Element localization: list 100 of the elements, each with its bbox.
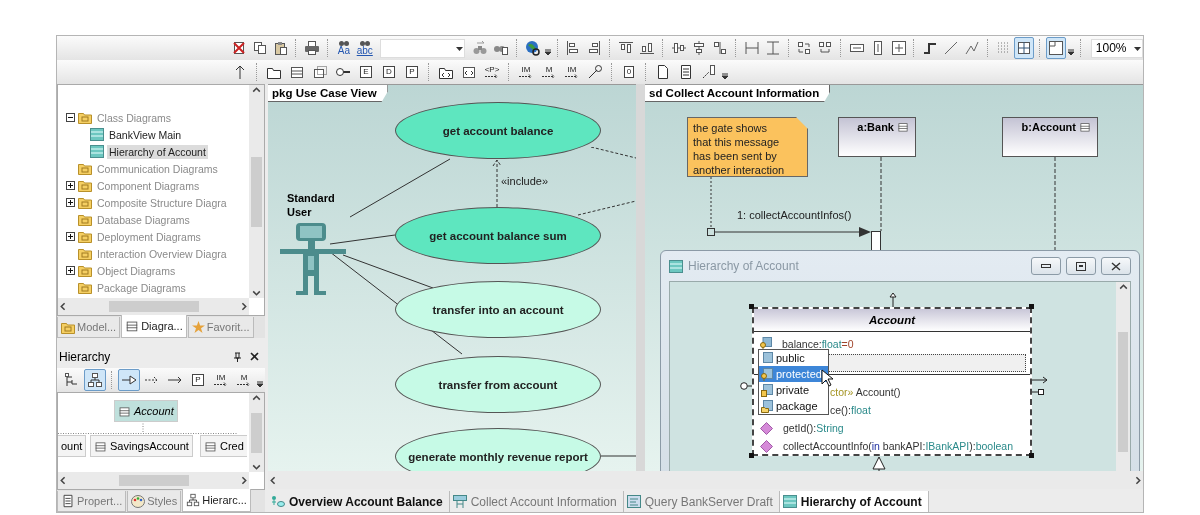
scrollbar-thumb[interactable] [251, 412, 262, 453]
selection-handle[interactable] [749, 453, 754, 458]
panel-tab[interactable]: Styles [127, 491, 182, 512]
expand-icon[interactable] [66, 266, 75, 275]
hierarchy-icon [186, 493, 201, 507]
tree-item[interactable]: BankView Main [107, 127, 184, 142]
close-button[interactable] [1101, 257, 1131, 275]
expand-icon[interactable] [66, 232, 75, 241]
window-title: Hierarchy of Account [688, 259, 800, 273]
menu-item[interactable]: protected [759, 366, 828, 382]
collapse-icon[interactable] [66, 113, 75, 122]
binoculars-arrow-icon [472, 40, 489, 56]
toolbar-button[interactable]: <P> [481, 61, 503, 83]
binoculars-icon [359, 40, 370, 46]
document-tab[interactable]: Hierarchy of Account [779, 491, 929, 512]
expand-icon[interactable] [66, 198, 75, 207]
toolbar-button[interactable]: 0 [618, 61, 640, 83]
zoom-field[interactable]: 100% [1090, 38, 1143, 58]
toolbar-button[interactable] [1014, 37, 1035, 59]
dashed-arrow-icon [485, 73, 499, 79]
class-node[interactable]: SavingsAccount [90, 435, 193, 457]
orthogonal-line-icon [922, 40, 939, 56]
tree-item[interactable]: Hierarchy of Account [107, 144, 208, 159]
toolbar-button[interactable] [1046, 37, 1066, 59]
class-node[interactable]: Cred [200, 435, 247, 457]
scrollbar-thumb[interactable] [1118, 331, 1128, 452]
tree-item[interactable]: Database Diagrams [95, 212, 192, 227]
more-icon[interactable] [721, 71, 729, 81]
lifeline-head[interactable]: a:Bank [838, 117, 916, 157]
use-case[interactable]: transfer from account [395, 356, 601, 413]
more-icon[interactable] [256, 379, 264, 389]
height-bracket-icon [764, 40, 781, 56]
tree-item[interactable]: Composite Structure Diagra [95, 195, 229, 210]
operation-text: collectAccountInfo(in bankAPI:IBankAPI):boolean [783, 440, 1013, 452]
use-case[interactable]: get account balance [395, 102, 601, 159]
diagram-frame-title: pkg Use Case View [268, 85, 388, 102]
document-tab[interactable]: Collect Account Information [449, 491, 624, 512]
right-arrow-icon [1032, 376, 1048, 384]
search-combo-field[interactable] [379, 38, 466, 58]
tree-item[interactable]: Component Diagrams [95, 178, 202, 193]
scrollbar-thumb[interactable] [108, 300, 199, 313]
use-case[interactable]: get account balance sum [395, 207, 601, 264]
pin-icon[interactable] [233, 352, 242, 362]
toolbar-button[interactable]: P [401, 61, 423, 83]
class-node[interactable]: Account [114, 400, 178, 422]
class-icon [125, 319, 140, 333]
restore-button[interactable] [1066, 257, 1096, 275]
panel-tab[interactable]: Hierarc... [182, 489, 251, 512]
class-box[interactable]: Account balance:float=0 ctor» Account() ce():float getId():String collectAccountInfo(in bankAPI:IBankAPI):boolean public protected private package [752, 307, 1032, 456]
scrollbar-thumb[interactable] [118, 474, 189, 487]
code-box-icon [461, 64, 477, 80]
selection-handle[interactable] [1029, 304, 1034, 309]
toolbar-button[interactable]: D [378, 61, 400, 83]
folder-icon [761, 399, 773, 413]
panel-tab[interactable]: Diagra... [121, 315, 187, 338]
panel-tab[interactable]: Favorit... [187, 317, 254, 338]
panel-tab[interactable]: Model... [57, 317, 121, 338]
include-label: «include» [501, 175, 549, 187]
include-arrow [492, 159, 502, 208]
more-icon[interactable] [1066, 47, 1075, 57]
toolbar-button[interactable]: E [355, 61, 377, 83]
toolbar-button[interactable]: Aa [334, 37, 354, 59]
class-node[interactable]: ount [58, 435, 87, 457]
toolbar-button[interactable]: M [538, 61, 560, 83]
toolbar-button[interactable]: abc [354, 37, 375, 59]
toolbar-button[interactable]: P [187, 369, 209, 391]
dependency-line [577, 200, 636, 216]
selection-handle[interactable] [1029, 453, 1034, 458]
tree-item[interactable]: Package Diagrams [95, 280, 188, 295]
use-case[interactable]: generate monthly revenue report [395, 428, 601, 472]
document-tab[interactable]: Query BankServer Draft [623, 491, 780, 512]
align-right-icon [586, 40, 603, 56]
tree-item[interactable]: Deployment Diagrams [95, 229, 203, 244]
tree-item[interactable]: Class Diagrams [95, 110, 174, 125]
tree-item[interactable]: Object Diagrams [95, 263, 178, 278]
panel-tab[interactable]: Propert... [57, 491, 127, 512]
scrollbar-thumb[interactable] [251, 156, 262, 227]
star-icon [191, 320, 205, 334]
selection-handle[interactable] [749, 304, 754, 309]
palette-icon [131, 494, 146, 508]
tree-item[interactable]: Interaction Overview Diagra [95, 246, 229, 261]
folder-icon [78, 230, 92, 243]
tree-item[interactable]: Communication Diagrams [95, 161, 220, 176]
lifeline-head[interactable]: b:Account [1002, 117, 1098, 157]
toolbar-button[interactable]: IM [561, 61, 583, 83]
folder-icon [61, 320, 75, 334]
expand-icon[interactable] [66, 181, 75, 190]
toolbar-button[interactable] [84, 369, 106, 391]
dashed-arrow-icon [519, 73, 533, 79]
document-tab[interactable]: Overview Account Balance [268, 491, 450, 512]
toolbar-button[interactable]: IM [515, 61, 537, 83]
sequence-diagram-icon [452, 495, 467, 509]
use-case[interactable]: transfer into an account [395, 281, 601, 338]
diagram-icon [669, 259, 683, 273]
toolbar-button[interactable]: IM [210, 369, 232, 391]
close-icon[interactable] [250, 352, 259, 361]
diagram-icon [90, 145, 104, 158]
more-icon[interactable] [543, 47, 552, 57]
toolbar-button[interactable]: M [233, 369, 255, 391]
minimize-button[interactable] [1031, 257, 1061, 275]
